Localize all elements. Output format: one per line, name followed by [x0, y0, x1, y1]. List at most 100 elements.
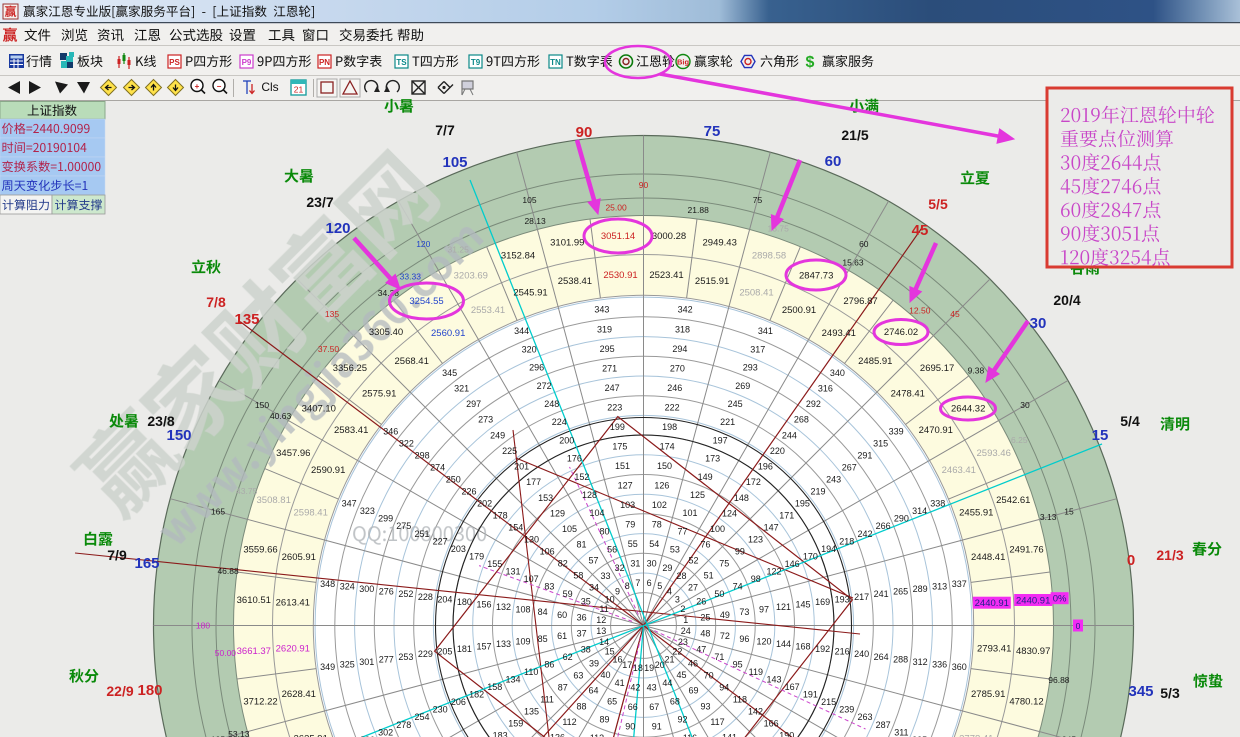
svg-text:84: 84	[538, 607, 548, 617]
svg-text:51: 51	[704, 571, 714, 581]
svg-text:215: 215	[821, 697, 836, 707]
svg-text:17: 17	[622, 660, 632, 670]
svg-text:2793.41: 2793.41	[977, 644, 1011, 655]
svg-text:120: 120	[325, 220, 350, 237]
svg-text:70: 70	[704, 671, 714, 681]
svg-text:3508.81: 3508.81	[257, 495, 291, 506]
svg-text:182: 182	[469, 690, 484, 700]
svg-text:218: 218	[839, 536, 854, 546]
svg-text:72: 72	[720, 631, 730, 641]
svg-text:9.38: 9.38	[968, 365, 985, 375]
svg-text:10: 10	[605, 595, 615, 605]
svg-text:105: 105	[562, 524, 577, 534]
svg-text:2478.41: 2478.41	[891, 389, 925, 400]
svg-text:141: 141	[722, 733, 737, 737]
svg-text:2493.41: 2493.41	[822, 328, 856, 339]
svg-text:107: 107	[524, 574, 539, 584]
svg-text:268: 268	[794, 415, 809, 425]
svg-text:125: 125	[690, 490, 705, 500]
svg-text:75: 75	[704, 123, 721, 140]
svg-text:2613.41: 2613.41	[276, 598, 310, 609]
svg-text:30: 30	[647, 559, 657, 569]
svg-text:99: 99	[735, 547, 745, 557]
svg-text:345: 345	[442, 368, 457, 378]
svg-text:226: 226	[461, 487, 476, 497]
svg-text:2485.91: 2485.91	[858, 356, 892, 367]
svg-text:265: 265	[893, 587, 908, 597]
svg-text:239: 239	[839, 705, 854, 715]
svg-text:220: 220	[770, 446, 785, 456]
svg-text:132: 132	[496, 602, 511, 612]
svg-text:2538.41: 2538.41	[558, 276, 592, 287]
svg-text:91: 91	[652, 721, 662, 731]
svg-text:2898.58: 2898.58	[752, 251, 786, 262]
svg-text:180: 180	[137, 682, 162, 699]
svg-text:344: 344	[514, 326, 529, 336]
svg-text:229: 229	[418, 649, 433, 659]
svg-text:322: 322	[399, 439, 414, 449]
svg-text:2628.41: 2628.41	[282, 689, 316, 700]
svg-text:PN: PN	[319, 58, 330, 67]
svg-text:316: 316	[818, 383, 833, 393]
svg-text:122: 122	[766, 567, 781, 577]
svg-text:36: 36	[577, 612, 587, 622]
svg-text:90: 90	[625, 721, 635, 731]
svg-text:50.00: 50.00	[215, 648, 237, 658]
svg-text:288: 288	[893, 654, 908, 664]
svg-text:68: 68	[670, 696, 680, 706]
svg-text:32: 32	[615, 563, 625, 573]
svg-text:11: 11	[599, 604, 608, 614]
svg-text:317: 317	[750, 344, 765, 354]
svg-text:50: 50	[714, 589, 724, 599]
svg-text:150: 150	[166, 427, 191, 444]
svg-text:142: 142	[748, 707, 763, 717]
svg-text:2568.41: 2568.41	[395, 356, 429, 367]
svg-text:242: 242	[857, 529, 872, 539]
svg-text:178: 178	[493, 511, 508, 521]
svg-text:2620.91: 2620.91	[276, 644, 310, 655]
svg-text:37: 37	[577, 629, 587, 639]
svg-text:95: 95	[733, 660, 743, 670]
svg-text:174: 174	[660, 441, 675, 451]
svg-text:177: 177	[526, 477, 541, 487]
svg-text:313: 313	[932, 582, 947, 592]
svg-text:103: 103	[620, 500, 635, 510]
svg-text:2440.91: 2440.91	[1016, 596, 1050, 607]
svg-text:35: 35	[581, 597, 591, 607]
svg-text:130: 130	[524, 535, 539, 545]
svg-text:287: 287	[876, 720, 891, 730]
svg-text:2746.02: 2746.02	[884, 327, 918, 338]
svg-text:167: 167	[785, 682, 800, 692]
svg-text:45: 45	[912, 222, 929, 239]
svg-text:34: 34	[589, 583, 599, 593]
svg-text:117: 117	[710, 717, 724, 727]
svg-text:2598.41: 2598.41	[294, 508, 328, 519]
svg-text:55: 55	[628, 539, 638, 549]
svg-text:169: 169	[815, 597, 830, 607]
svg-text:85: 85	[538, 634, 548, 644]
svg-text:135: 135	[325, 309, 339, 319]
svg-text:274: 274	[430, 463, 445, 473]
svg-text:158: 158	[487, 682, 502, 692]
svg-text:345: 345	[1128, 683, 1153, 700]
svg-text:338: 338	[930, 499, 945, 509]
svg-text:44: 44	[662, 678, 672, 688]
svg-text:59: 59	[563, 589, 573, 599]
svg-text:250: 250	[446, 475, 461, 485]
svg-text:119: 119	[749, 667, 763, 677]
svg-text:31: 31	[630, 559, 640, 569]
svg-text:13: 13	[596, 626, 606, 636]
svg-text:252: 252	[398, 589, 413, 599]
svg-text:4780.12: 4780.12	[1009, 697, 1043, 708]
svg-text:$: $	[806, 54, 815, 71]
svg-text:77: 77	[677, 526, 687, 536]
svg-text:108: 108	[515, 605, 530, 615]
svg-text:3.13: 3.13	[1040, 512, 1057, 522]
svg-text:89: 89	[599, 715, 609, 725]
svg-text:342: 342	[678, 305, 693, 315]
svg-text:76: 76	[700, 540, 710, 550]
svg-text:3203.69: 3203.69	[454, 270, 488, 281]
svg-text:173: 173	[705, 454, 720, 464]
svg-text:337: 337	[952, 579, 967, 589]
svg-text:47: 47	[696, 644, 706, 654]
